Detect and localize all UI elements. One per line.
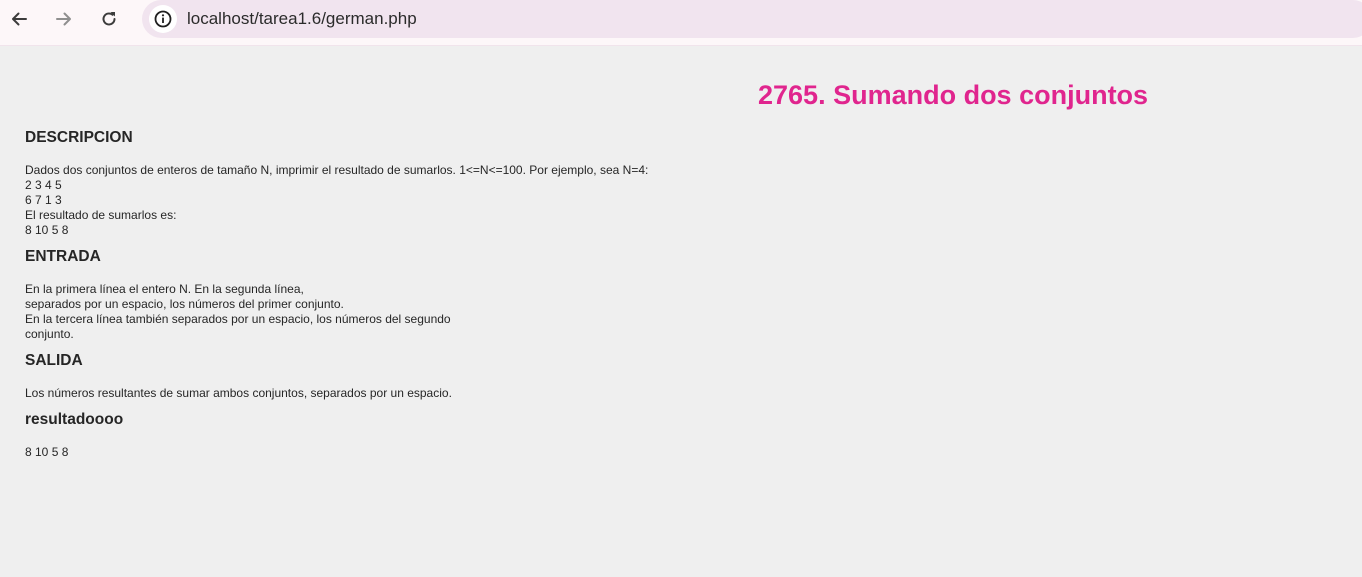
section-salida: SALIDA Los números resultantes de sumar … <box>25 351 785 401</box>
section-heading: ENTRADA <box>25 248 101 265</box>
section-text: Dados dos conjuntos de enteros de tamaño… <box>25 163 649 237</box>
url-text[interactable]: localhost/tarea1.6/german.php <box>187 9 417 29</box>
browser-toolbar: localhost/tarea1.6/german.php <box>0 0 1362 46</box>
page-title: 2765. Sumando dos conjuntos <box>758 80 1149 110</box>
site-info-button[interactable] <box>149 5 177 33</box>
section-descripcion: DESCRIPCION Dados dos conjuntos de enter… <box>25 128 785 238</box>
section-heading: DESCRIPCION <box>25 129 133 146</box>
section-heading: SALIDA <box>25 352 83 369</box>
forward-button[interactable] <box>50 5 78 33</box>
section-text: 8 10 5 8 <box>25 445 69 459</box>
section-heading: resultadoooo <box>25 411 124 428</box>
reload-button[interactable] <box>95 5 123 33</box>
section-resultado: resultadoooo 8 10 5 8 <box>25 410 785 460</box>
section-text: En la primera línea el entero N. En la s… <box>25 282 451 341</box>
info-icon <box>154 10 172 28</box>
address-bar[interactable]: localhost/tarea1.6/german.php <box>142 0 1362 38</box>
reload-icon <box>102 12 116 26</box>
section-text: Los números resultantes de sumar ambos c… <box>25 386 452 400</box>
section-entrada: ENTRADA En la primera línea el entero N.… <box>25 247 785 342</box>
back-button[interactable] <box>5 5 33 33</box>
arrow-left-icon <box>12 12 27 26</box>
arrow-right-icon <box>56 12 71 26</box>
page-content: DESCRIPCION Dados dos conjuntos de enter… <box>25 128 785 460</box>
